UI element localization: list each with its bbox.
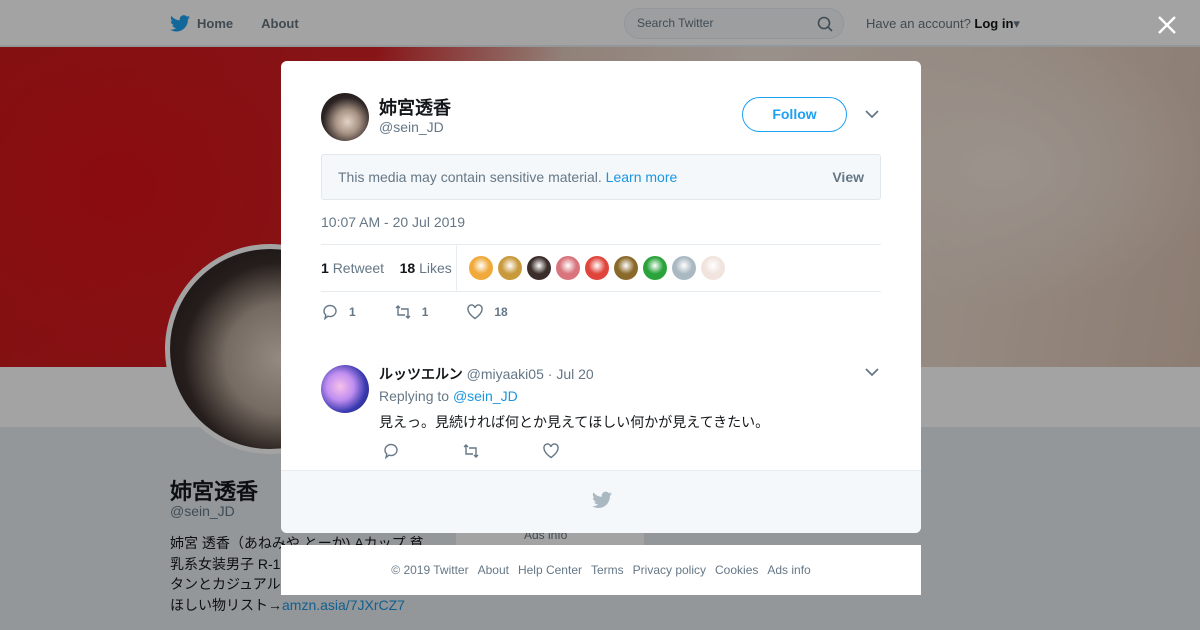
reply-author-avatar[interactable] [321,365,369,413]
liker-avatar[interactable] [643,256,667,280]
footer-link-about[interactable]: About [478,563,509,577]
liker-avatar[interactable] [469,256,493,280]
twitter-bird-icon [592,491,612,508]
author-name[interactable]: 姉宮透香 [379,94,451,120]
legal-footer: © 2019 Twitter About Help Center Terms P… [281,545,921,595]
liker-avatar[interactable] [527,256,551,280]
footer-link-help-center[interactable]: Help Center [518,563,582,577]
modal-footer [281,470,921,533]
reply-actions [382,442,560,460]
liker-avatar[interactable] [672,256,696,280]
liker-avatar[interactable] [614,256,638,280]
liker-avatars [469,256,725,280]
retweet-icon[interactable] [462,442,480,460]
replying-to-handle[interactable]: @sein_JD [453,388,518,404]
stat-counts: 1 Retweet 18 Likes [321,260,452,276]
stat-divider [456,245,457,291]
footer-link-cookies[interactable]: Cookies [715,563,758,577]
reply-count: 1 [349,305,356,319]
chevron-down-icon[interactable] [865,109,879,119]
liker-avatar[interactable] [498,256,522,280]
like-label[interactable]: Likes [419,260,452,276]
view-button[interactable]: View [832,155,864,199]
footer-link-ads-info[interactable]: Ads info [767,563,810,577]
like-action[interactable]: 18 [466,303,508,321]
tweet-modal: 姉宮透香 @sein_JD Follow This media may cont… [281,61,921,533]
reply-icon[interactable] [321,303,339,321]
liker-avatar[interactable] [556,256,580,280]
liker-avatar[interactable] [701,256,725,280]
tweet-timestamp[interactable]: 10:07 AM - 20 Jul 2019 [321,214,465,230]
footer-link-privacy[interactable]: Privacy policy [633,563,706,577]
reply-author-name[interactable]: ルッツエルン [379,366,463,382]
sensitive-text: This media may contain sensitive materia… [338,169,602,185]
replying-to: Replying to @sein_JD [379,388,518,404]
author-handle[interactable]: @sein_JD [379,119,444,135]
reply-action[interactable]: 1 [321,303,356,321]
like-count[interactable]: 18 [400,260,416,276]
reply-author-handle[interactable]: @miyaaki05 [467,366,544,382]
liker-avatar[interactable] [585,256,609,280]
retweet-action[interactable]: 1 [394,303,429,321]
footer-link-terms[interactable]: Terms [591,563,624,577]
reply-icon[interactable] [382,442,400,460]
like-action-count: 18 [494,305,508,319]
reply-text: 見えっ。見続ければ何とか見えてほしい何かが見えてきたい。 [379,414,770,430]
sensitive-media-notice: This media may contain sensitive materia… [321,154,881,200]
author-avatar[interactable] [321,93,369,141]
retweet-count[interactable]: 1 [321,260,329,276]
retweet-label[interactable]: Retweet [333,260,384,276]
retweet-action-count: 1 [421,305,429,319]
footer-copyright: © 2019 Twitter [391,563,469,577]
reply-header: ルッツエルン @miyaaki05 · Jul 20 [379,364,594,384]
follow-button[interactable]: Follow [742,97,847,132]
learn-more-link[interactable]: Learn more [606,169,678,185]
heart-icon[interactable] [542,442,560,460]
tweet-stats: 1 Retweet 18 Likes [321,244,881,292]
chevron-down-icon[interactable] [865,367,879,377]
heart-icon[interactable] [466,303,484,321]
tweet-actions: 1 1 18 [321,303,546,321]
retweet-icon[interactable] [394,303,412,321]
reply-date[interactable]: · Jul 20 [548,366,594,382]
close-icon[interactable] [1156,14,1178,36]
replying-to-label: Replying to [379,388,450,404]
